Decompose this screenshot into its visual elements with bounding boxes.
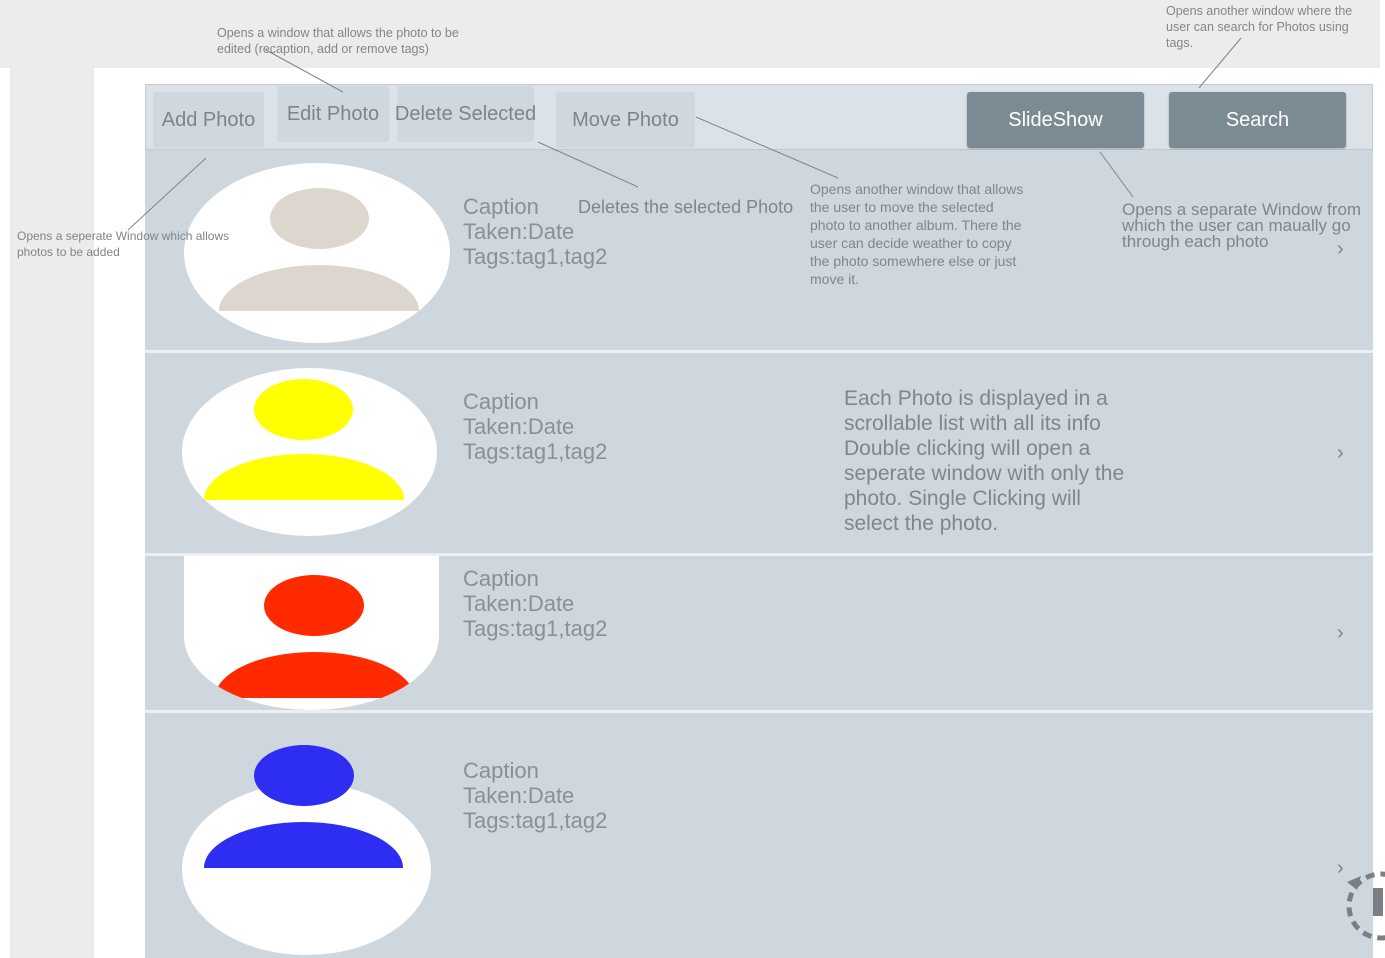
- edit-photo-annotation: Opens a window that allows the photo to …: [217, 26, 459, 56]
- slideshow-annotation: Opens a separate Window from which the u…: [1122, 200, 1362, 251]
- photo-taken-date: Taken:Date: [463, 219, 575, 244]
- photo-thumbnail[interactable]: [182, 783, 431, 955]
- photo-thumbnail[interactable]: [182, 368, 437, 536]
- chevron-right-icon[interactable]: ›: [1337, 442, 1344, 465]
- photo-taken-date: Taken:Date: [463, 414, 575, 439]
- edit-photo-button[interactable]: Edit Photo: [277, 86, 389, 142]
- photo-caption: Caption: [463, 389, 539, 414]
- move-photo-annotation: Opens another window that allows the use…: [810, 181, 1024, 287]
- add-photo-annotation: Opens a seperate Window which allows pho…: [17, 229, 230, 259]
- delete-annotation: Deletes the selected Photo: [578, 197, 794, 217]
- delete-selected-button[interactable]: Delete Selected: [395, 86, 536, 142]
- person-icon: [264, 575, 364, 636]
- move-photo-button[interactable]: Move Photo: [556, 92, 695, 148]
- photo-thumbnail[interactable]: [184, 556, 439, 710]
- photo-taken-date: Taken:Date: [463, 783, 575, 808]
- slideshow-button[interactable]: SlideShow: [967, 92, 1144, 148]
- photo-caption: Caption: [463, 758, 539, 783]
- photo-tags: Tags:tag1,tag2: [463, 244, 608, 269]
- person-icon: [254, 745, 354, 806]
- photo-tags: Tags:tag1,tag2: [463, 808, 608, 833]
- left-margin: [10, 68, 94, 958]
- loading-spinner-icon: [1343, 868, 1385, 948]
- photo-info: Caption Taken:Date Tags:tag1,tag2: [463, 389, 607, 464]
- chevron-right-icon[interactable]: ›: [1337, 622, 1344, 645]
- photo-taken-date: Taken:Date: [463, 591, 575, 616]
- list-annotation: Each Photo is displayed in a scrollable …: [844, 387, 1125, 535]
- photo-tags: Tags:tag1,tag2: [463, 439, 608, 464]
- person-icon: [254, 379, 353, 440]
- add-photo-button[interactable]: Add Photo: [153, 92, 264, 148]
- search-button[interactable]: Search: [1169, 92, 1346, 148]
- photo-tags: Tags:tag1,tag2: [463, 616, 608, 641]
- photo-info: Caption Taken:Date Tags:tag1,tag2: [463, 566, 607, 641]
- photo-info: Caption Taken:Date Tags:tag1,tag2: [463, 758, 607, 833]
- person-icon: [270, 188, 369, 249]
- search-annotation: Opens another window where the user can …: [1166, 4, 1353, 50]
- photo-caption: Caption: [463, 566, 539, 591]
